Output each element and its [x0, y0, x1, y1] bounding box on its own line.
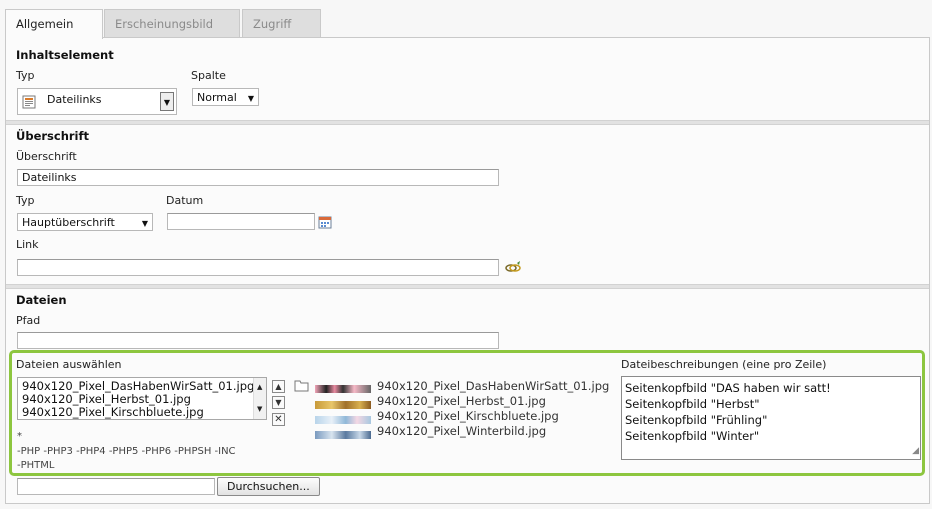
thumbnail-image [315, 431, 371, 439]
header-type-value: Hauptüberschrift [22, 216, 115, 229]
section-divider [6, 284, 929, 289]
descriptions-label: Dateibeschreibungen (eine pro Zeile) [621, 358, 827, 371]
disallowed-extensions-cont: -PHTML [17, 460, 55, 471]
path-label: Pfad [16, 314, 41, 327]
chevron-down-icon: ▼ [247, 94, 254, 103]
date-label: Datum [166, 194, 204, 207]
thumbnail-image [315, 401, 371, 409]
link-wizard-icon[interactable] [505, 261, 521, 275]
thumbnail-filename: 940x120_Pixel_Herbst_01.jpg [377, 394, 546, 408]
selected-files-list[interactable]: 940x120_Pixel_DasHabenWirSatt_01.jpg 940… [17, 377, 267, 420]
tab-erscheinungsbild[interactable]: Erscheinungsbild [104, 9, 240, 38]
header-type-label: Typ [16, 194, 35, 207]
link-input[interactable] [17, 259, 499, 276]
description-line: Seitenkopfbild "Herbst" [625, 397, 760, 411]
descriptions-textarea[interactable]: Seitenkopfbild "DAS haben wir satt! Seit… [621, 376, 921, 460]
section-title-content: Inhaltselement [16, 48, 114, 62]
chevron-down-icon: ▼ [141, 219, 148, 228]
list-scrollbar[interactable]: ▲ ▼ [253, 378, 266, 419]
date-input[interactable] [167, 213, 315, 230]
thumbnail-filename: 940x120_Pixel_Winterbild.jpg [377, 424, 547, 438]
thumbnail-image [315, 416, 371, 424]
header-type-select[interactable]: Hauptüberschrift ▼ [17, 213, 153, 231]
file-links-icon [22, 95, 36, 109]
calendar-icon[interactable] [318, 215, 332, 229]
disallowed-extensions: -PHP -PHP3 -PHP4 -PHP5 -PHP6 -PHPSH -INC [17, 446, 236, 457]
path-input[interactable] [17, 332, 499, 349]
move-up-button[interactable]: ▲ [272, 380, 285, 393]
description-line: Seitenkopfbild "Winter" [625, 429, 760, 443]
remove-file-button[interactable]: ✕ [272, 413, 285, 426]
header-label: Überschrift [16, 150, 77, 163]
description-line: Seitenkopfbild "Frühling" [625, 413, 768, 427]
folder-icon[interactable] [294, 379, 309, 393]
link-label: Link [16, 238, 39, 251]
file-upload-input[interactable] [17, 478, 215, 495]
chevron-down-icon[interactable]: ▼ [160, 92, 174, 111]
thumbnail-filename: 940x120_Pixel_Kirschbluete.jpg [377, 409, 559, 423]
column-label: Spalte [191, 69, 226, 82]
list-item[interactable]: 940x120_Pixel_Kirschbluete.jpg [22, 406, 262, 419]
thumbnail-filename: 940x120_Pixel_DasHabenWirSatt_01.jpg [377, 379, 610, 393]
scroll-down-icon[interactable]: ▼ [257, 403, 262, 416]
column-value: Normal [197, 91, 237, 104]
tab-allgemein[interactable]: Allgemein [5, 9, 103, 39]
description-line: Seitenkopfbild "DAS haben wir satt! [625, 381, 831, 395]
section-title-files: Dateien [16, 293, 67, 307]
column-select[interactable]: Normal ▼ [192, 88, 259, 106]
thumbnail-image [315, 385, 371, 393]
content-type-select[interactable]: Dateilinks ▼ [17, 88, 177, 115]
move-down-button[interactable]: ▼ [272, 396, 285, 409]
resize-handle-icon[interactable]: ◢ [912, 443, 919, 459]
section-divider [6, 120, 929, 125]
scroll-up-icon[interactable]: ▲ [257, 381, 262, 394]
browse-button[interactable]: Durchsuchen... [217, 477, 320, 496]
section-title-header: Überschrift [16, 129, 90, 143]
allowed-extensions: * [17, 431, 22, 442]
tab-zugriff[interactable]: Zugriff [242, 9, 321, 38]
header-input[interactable]: Dateilinks [17, 169, 499, 186]
content-type-value: Dateilinks [47, 93, 102, 106]
select-files-label: Dateien auswählen [16, 358, 122, 371]
type-label: Typ [16, 69, 35, 82]
